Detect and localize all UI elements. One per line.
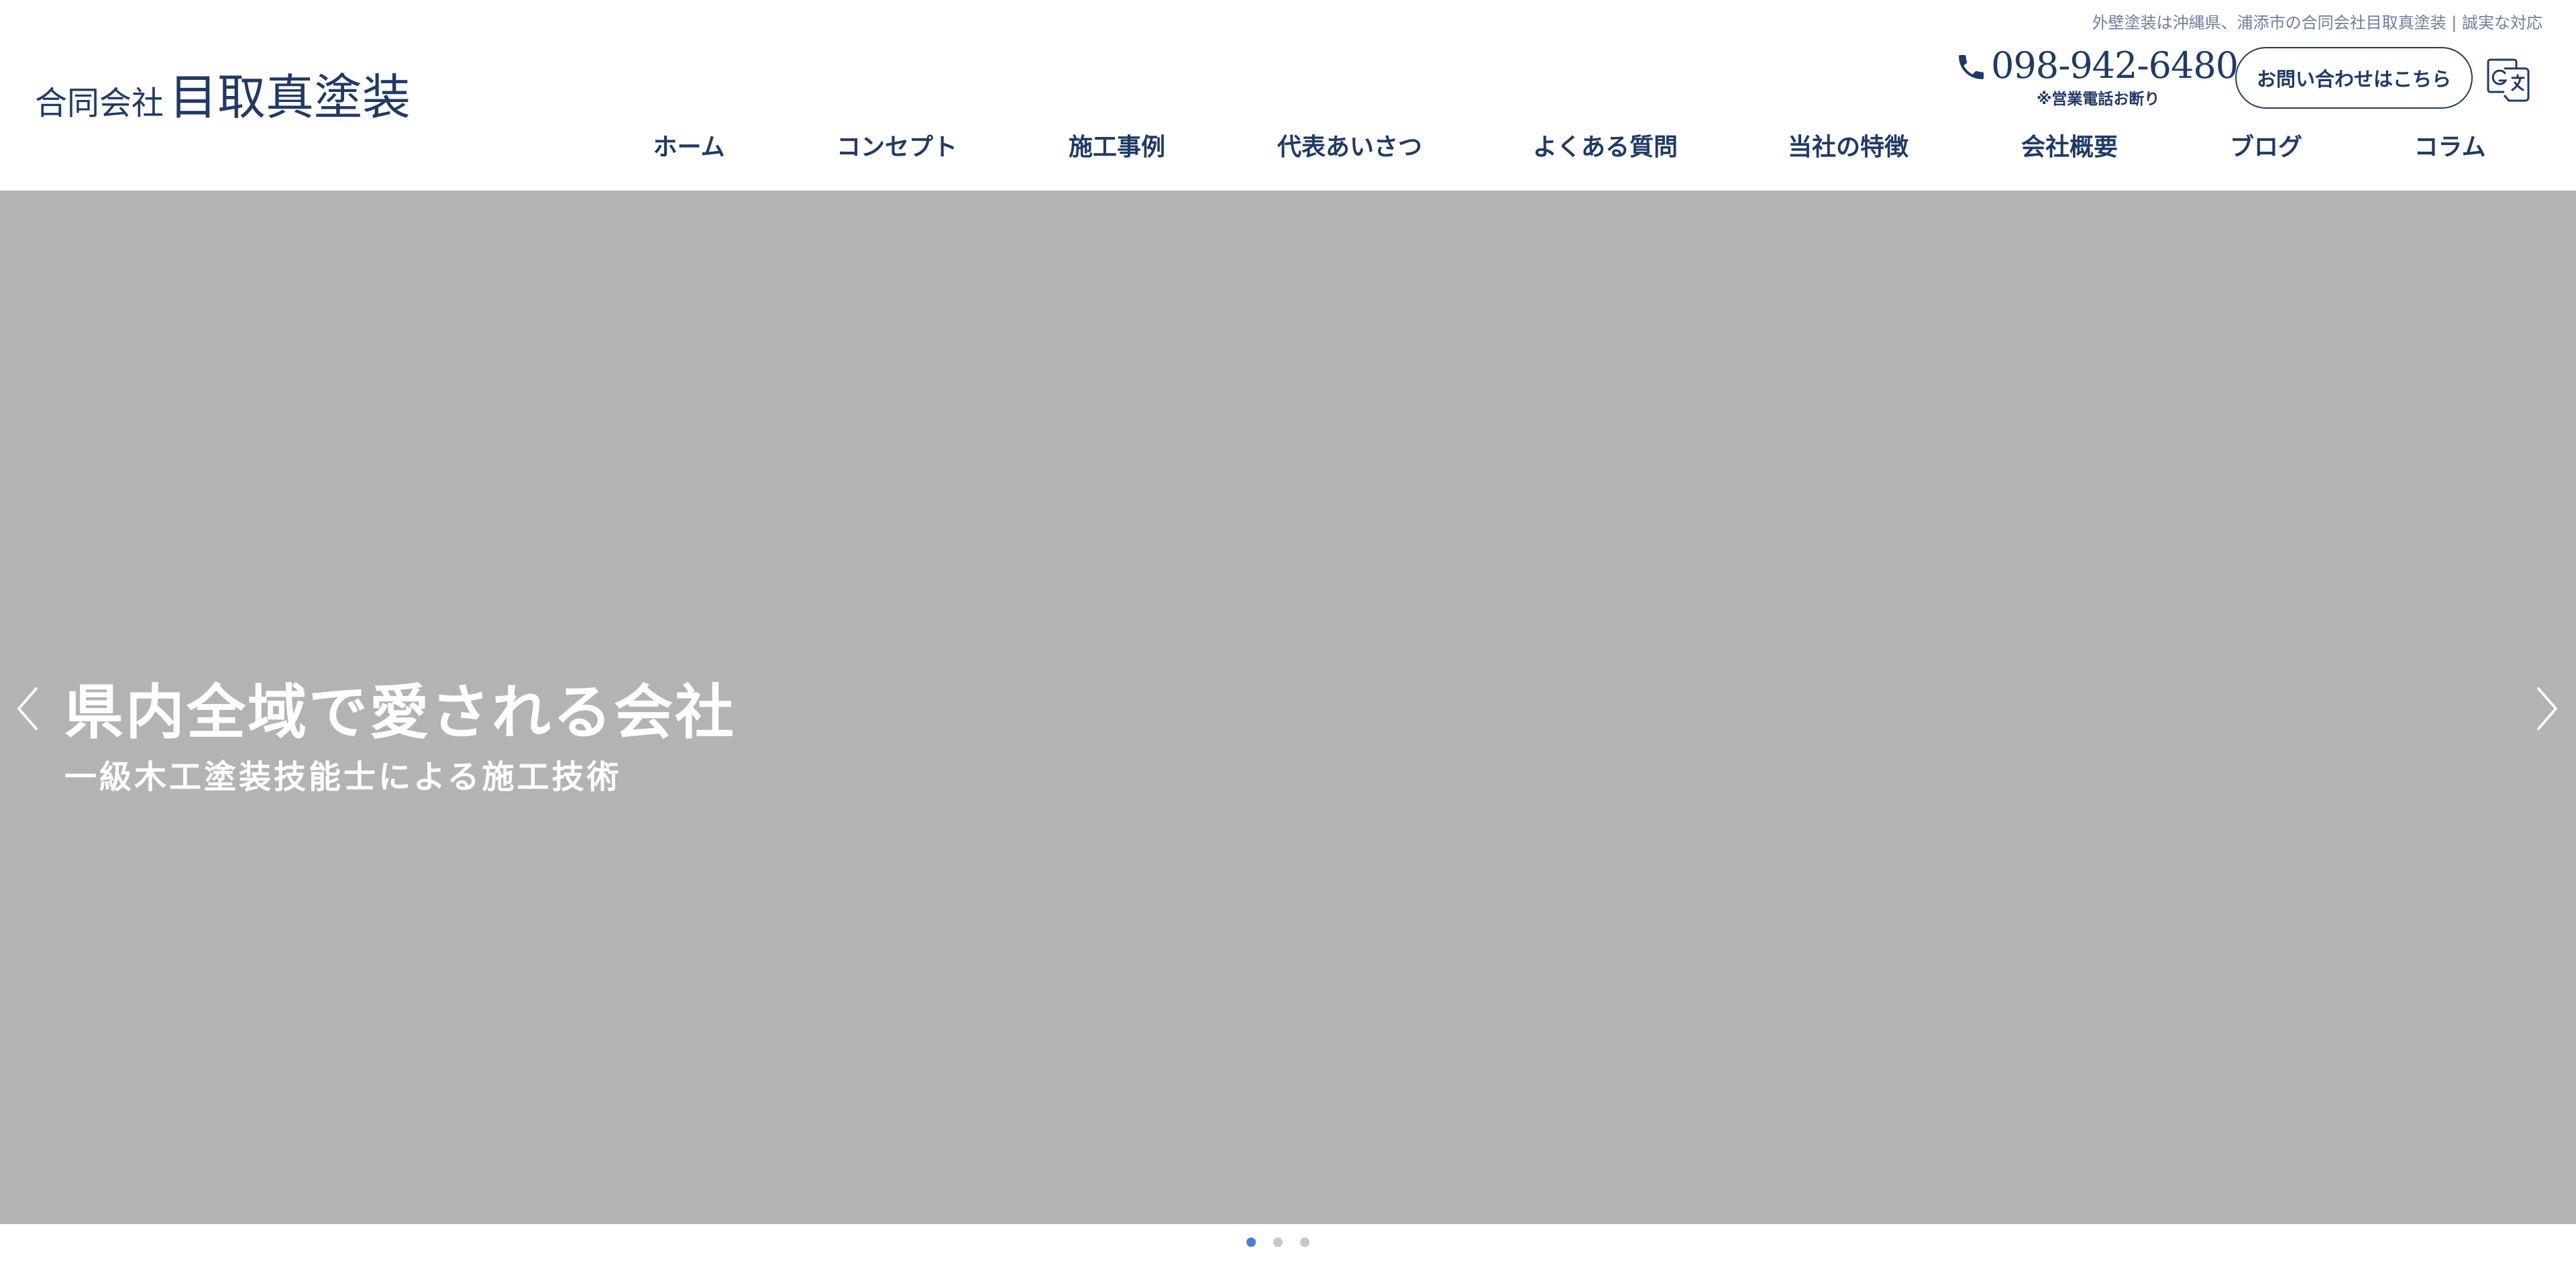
slider-dot-2[interactable] — [1273, 1237, 1283, 1247]
phone-contact[interactable]: 098-942-6480 ※営業電話お断り — [1955, 44, 2239, 109]
translate-button[interactable] — [2486, 56, 2534, 105]
site-tagline: 外壁塗装は沖縄県、浦添市の合同会社目取真塗装 | 誠実な対応 — [2092, 13, 2542, 32]
chevron-right-icon — [2537, 687, 2557, 730]
slider-dot-1[interactable] — [1246, 1237, 1256, 1247]
nav-column[interactable]: コラム — [2414, 132, 2486, 162]
slider-previous-button[interactable] — [12, 682, 50, 736]
nav-concept[interactable]: コンセプト — [837, 132, 957, 162]
phone-number: 098-942-6480 — [1991, 44, 2239, 87]
phone-icon — [1959, 55, 1984, 79]
company-logo[interactable]: 合同会社 目取真塗装 — [35, 58, 411, 128]
nav-blog[interactable]: ブログ — [2230, 132, 2302, 162]
phone-note: ※営業電話お断り — [2037, 91, 2160, 108]
chevron-left-icon — [17, 687, 38, 730]
nav-faq[interactable]: よくある質問 — [1533, 132, 1678, 162]
slider-next-button[interactable] — [2525, 682, 2563, 736]
nav-representative-greeting[interactable]: 代表あいさつ — [1277, 132, 1422, 162]
contact-button[interactable]: お問い合わせはこちら — [2235, 47, 2473, 109]
google-translate-icon — [2487, 58, 2530, 102]
hero-title: 県内全域で愛される会社 — [64, 676, 737, 747]
slider-dot-3[interactable] — [1300, 1237, 1309, 1247]
logo-company-type: 合同会社 — [35, 85, 164, 122]
hero-slider: 県内全域で愛される会社 一級木工塗装技能士による施工技術 — [0, 191, 2576, 1224]
hero-subtitle: 一級木工塗装技能士による施工技術 — [64, 758, 622, 796]
nav-company-profile[interactable]: 会社概要 — [2021, 132, 2118, 162]
nav-case-studies[interactable]: 施工事例 — [1069, 132, 1165, 162]
logo-company-name: 目取真塗装 — [169, 69, 411, 125]
nav-company-features[interactable]: 当社の特徴 — [1788, 132, 1909, 162]
nav-home[interactable]: ホーム — [653, 132, 725, 162]
main-navigation: ホーム コンセプト 施工事例 代表あいさつ よくある質問 当社の特徴 会社概要 … — [0, 132, 2576, 166]
site-header: 外壁塗装は沖縄県、浦添市の合同会社目取真塗装 | 誠実な対応 合同会社 目取真塗装… — [0, 0, 2576, 191]
